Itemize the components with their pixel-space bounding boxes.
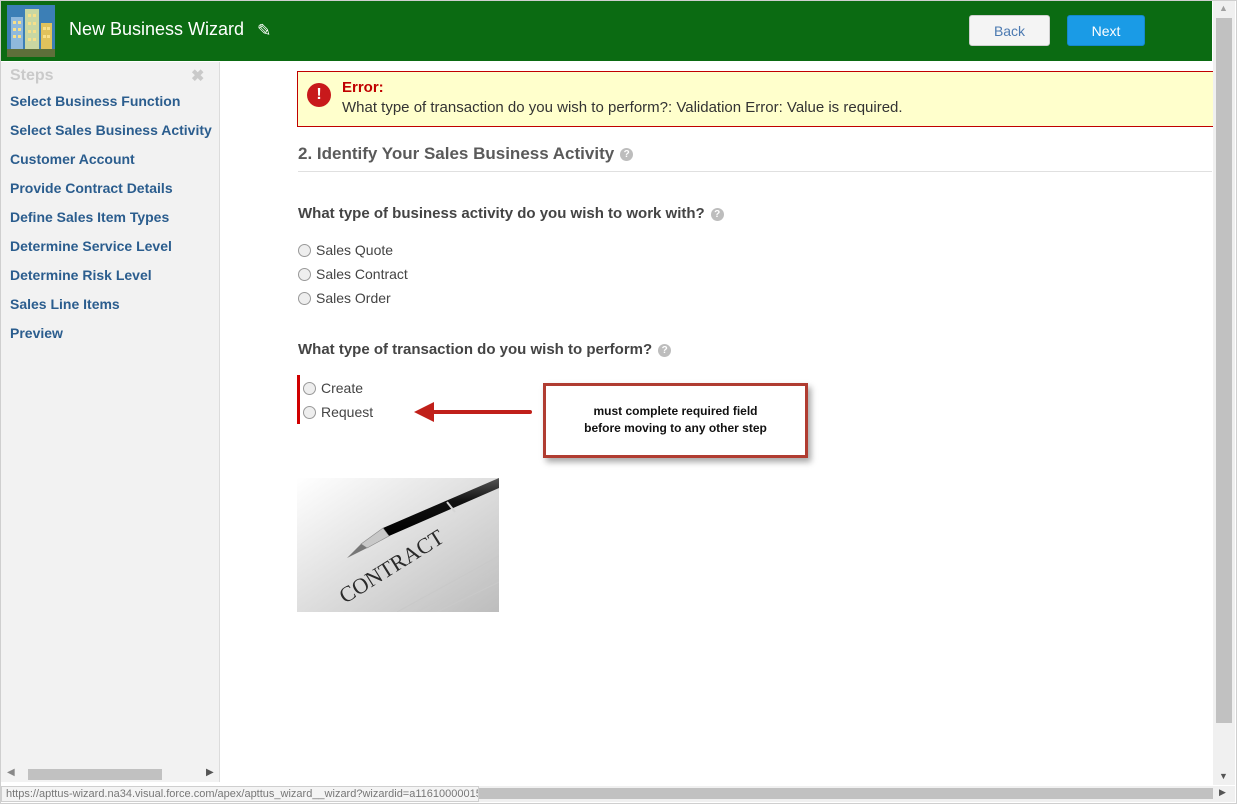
help-icon[interactable]: ? xyxy=(658,343,672,357)
error-message: What type of transaction do you wish to … xyxy=(342,99,903,116)
section-divider xyxy=(298,171,1212,172)
required-field-indicator xyxy=(297,375,300,424)
error-title: Error: xyxy=(342,79,384,96)
radio-label: Sales Contract xyxy=(316,266,408,282)
step-define-sales-item-types[interactable]: Define Sales Item Types xyxy=(10,209,169,225)
annotation-callout: must complete required field before movi… xyxy=(543,383,808,458)
sidebar-scroll-thumb[interactable] xyxy=(28,769,162,780)
section-title-text: 2. Identify Your Sales Business Activity xyxy=(298,144,615,163)
back-button[interactable]: Back xyxy=(969,15,1050,46)
radio-button[interactable] xyxy=(303,381,316,395)
next-button[interactable]: Next xyxy=(1067,15,1145,46)
status-bar-url: https://apttus-wizard.na34.visual.force.… xyxy=(1,786,479,802)
section-title: 2. Identify Your Sales Business Activity… xyxy=(298,144,634,164)
scroll-down-arrow-icon[interactable]: ▼ xyxy=(1219,771,1228,781)
radio-button[interactable] xyxy=(298,267,311,281)
question-business-activity-label: What type of business activity do you wi… xyxy=(298,205,705,222)
horizontal-scroll-thumb[interactable] xyxy=(463,788,1213,799)
error-icon: ! xyxy=(307,83,331,107)
help-icon[interactable]: ? xyxy=(620,148,634,162)
step-select-business-function[interactable]: Select Business Function xyxy=(10,93,180,109)
scroll-left-arrow-icon[interactable]: ◀ xyxy=(7,767,15,778)
close-icon[interactable]: ✖ xyxy=(191,66,204,86)
step-preview[interactable]: Preview xyxy=(10,325,63,341)
radio-label: Sales Quote xyxy=(316,242,394,258)
scroll-right-arrow-icon[interactable]: ▶ xyxy=(206,767,214,778)
callout-text: must complete required field before movi… xyxy=(546,403,805,437)
step-select-sales-business-activity[interactable]: Select Sales Business Activity xyxy=(10,122,212,138)
question-transaction-type-label: What type of transaction do you wish to … xyxy=(298,341,653,358)
contract-pen-image: CONTRACT xyxy=(297,478,499,612)
question-business-activity: What type of business activity do you wi… xyxy=(298,205,724,222)
steps-title: Steps xyxy=(10,67,54,84)
building-logo-icon xyxy=(7,5,55,57)
radio-sales-contract[interactable]: Sales Contract xyxy=(298,265,408,283)
step-sales-line-items[interactable]: Sales Line Items xyxy=(10,296,120,312)
radio-label: Sales Order xyxy=(316,290,391,306)
radio-sales-order[interactable]: Sales Order xyxy=(298,289,391,307)
scroll-right-arrow-icon[interactable]: ▶ xyxy=(1219,787,1226,798)
step-customer-account[interactable]: Customer Account xyxy=(10,151,135,167)
annotation-arrow-icon xyxy=(414,402,532,422)
error-message-box: ! Error: What type of transaction do you… xyxy=(297,71,1213,127)
sidebar-horizontal-scrollbar[interactable]: ◀ ▶ xyxy=(1,767,220,782)
step-determine-risk-level[interactable]: Determine Risk Level xyxy=(10,267,152,283)
callout-line-2: before moving to any other step xyxy=(584,421,767,435)
question-transaction-type: What type of transaction do you wish to … xyxy=(298,341,672,358)
wizard-title: New Business Wizard xyxy=(69,19,245,39)
wizard-header: New Business Wizard ✎ Back Next xyxy=(1,1,1212,61)
scroll-up-arrow-icon[interactable]: ▲ xyxy=(1219,3,1228,13)
radio-label: Request xyxy=(321,404,374,420)
radio-create[interactable]: Create xyxy=(303,379,363,397)
radio-sales-quote[interactable]: Sales Quote xyxy=(298,241,393,259)
steps-sidebar: Steps ✖ Select Business Function Select … xyxy=(1,62,220,768)
vertical-scroll-thumb[interactable] xyxy=(1216,18,1232,723)
step-provide-contract-details[interactable]: Provide Contract Details xyxy=(10,180,173,196)
radio-button[interactable] xyxy=(303,405,316,419)
pencil-icon[interactable]: ✎ xyxy=(257,21,271,41)
radio-button[interactable] xyxy=(298,243,311,257)
callout-line-1: must complete required field xyxy=(593,404,758,418)
step-determine-service-level[interactable]: Determine Service Level xyxy=(10,238,172,254)
radio-label: Create xyxy=(321,380,364,396)
vertical-scrollbar[interactable]: ▲ ▼ xyxy=(1213,1,1235,785)
help-icon[interactable]: ? xyxy=(710,207,724,221)
radio-button[interactable] xyxy=(298,291,311,305)
radio-request[interactable]: Request xyxy=(303,403,373,421)
